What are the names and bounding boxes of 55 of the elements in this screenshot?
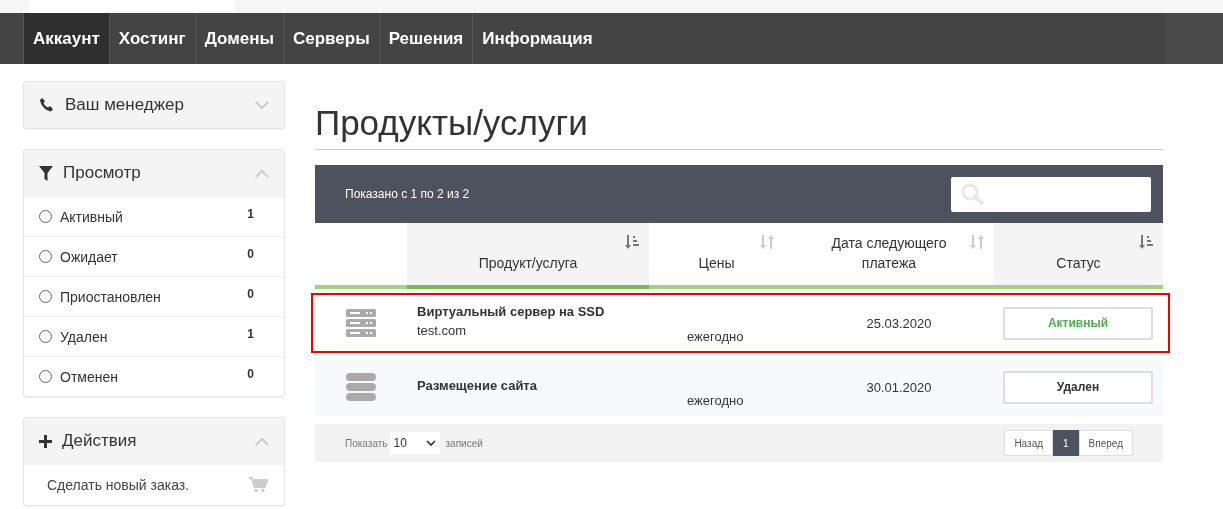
- status-label: Удален: [1003, 370, 1153, 404]
- filter-item[interactable]: Ожидает 0: [24, 236, 284, 276]
- product-domain: test.com: [417, 323, 467, 338]
- database-icon: [346, 373, 376, 401]
- page-title: Продукты/услуги: [315, 103, 1163, 150]
- status-label: Активный: [1003, 306, 1153, 340]
- next-page-button[interactable]: Вперед: [1078, 430, 1133, 456]
- panel-title: Действия: [62, 431, 138, 451]
- plus-icon: [39, 434, 52, 448]
- nav-tab[interactable]: Решения: [378, 13, 473, 64]
- filter-label: Ожидает: [60, 248, 119, 265]
- panel-title: Ваш менеджер: [65, 95, 185, 115]
- server-icon: [346, 309, 376, 337]
- nav-tab[interactable]: Аккаунт: [23, 13, 109, 64]
- filter-count: 0: [247, 247, 254, 261]
- previous-page-button[interactable]: Назад: [1004, 430, 1054, 456]
- filter-count: 0: [247, 367, 254, 381]
- page-button[interactable]: 1: [1053, 430, 1079, 456]
- table-row[interactable]: Размещение сайта ежегодно 30.01.2020 Удален: [315, 358, 1163, 416]
- cart-icon: [249, 477, 268, 493]
- filter-count: 1: [247, 327, 254, 341]
- billing-cycle: ежегодно: [687, 393, 744, 408]
- nav-tab[interactable]: Серверы: [282, 13, 379, 64]
- action-label: Сделать новый заказ.: [47, 477, 190, 493]
- search-field[interactable]: [951, 176, 1151, 212]
- filter-label: Активный: [60, 208, 124, 225]
- filter-label: Приостановлен: [60, 288, 162, 305]
- due-date: 25.03.2020: [866, 315, 932, 331]
- filter-item[interactable]: Приостановлен 0: [24, 276, 284, 316]
- filter-item[interactable]: Удален 1: [24, 316, 284, 356]
- column-header[interactable]: Продукт/услуга: [407, 223, 649, 289]
- column-header[interactable]: Статус: [994, 223, 1163, 285]
- filter-icon: [39, 165, 53, 181]
- product-name: Виртуальный сервер на SSD: [417, 304, 605, 319]
- filter-count: 0: [247, 287, 254, 301]
- nav-tab[interactable]: Хостинг: [108, 13, 195, 64]
- chevron-icon: [425, 439, 436, 447]
- product-name: Размещение сайта: [417, 377, 537, 393]
- billing-cycle: ежегодно: [687, 329, 744, 344]
- nav-tab[interactable]: Информация: [472, 13, 602, 64]
- page-size-select[interactable]: 10: [389, 432, 440, 454]
- filter-count: 1: [247, 207, 254, 221]
- filter-label: Отменен: [60, 368, 119, 385]
- table-row[interactable]: Виртуальный сервер на SSD test.com ежегодно 25.03.2020 Активный: [312, 294, 1169, 352]
- phone-icon: [39, 97, 55, 113]
- nav-tab[interactable]: Домены: [194, 13, 283, 64]
- records-label: записей: [445, 437, 483, 449]
- filter-label: Удален: [60, 328, 109, 345]
- table-info: Показано с 1 по 2 из 2: [345, 187, 470, 201]
- show-label: Показать: [345, 437, 388, 449]
- action-item[interactable]: Сделать новый заказ.: [24, 464, 284, 505]
- due-date: 30.01.2020: [866, 379, 932, 395]
- panel-title: Просмотр: [63, 163, 142, 183]
- filter-item[interactable]: Активный 1: [24, 196, 284, 236]
- filter-item[interactable]: Отменен 0: [24, 356, 284, 396]
